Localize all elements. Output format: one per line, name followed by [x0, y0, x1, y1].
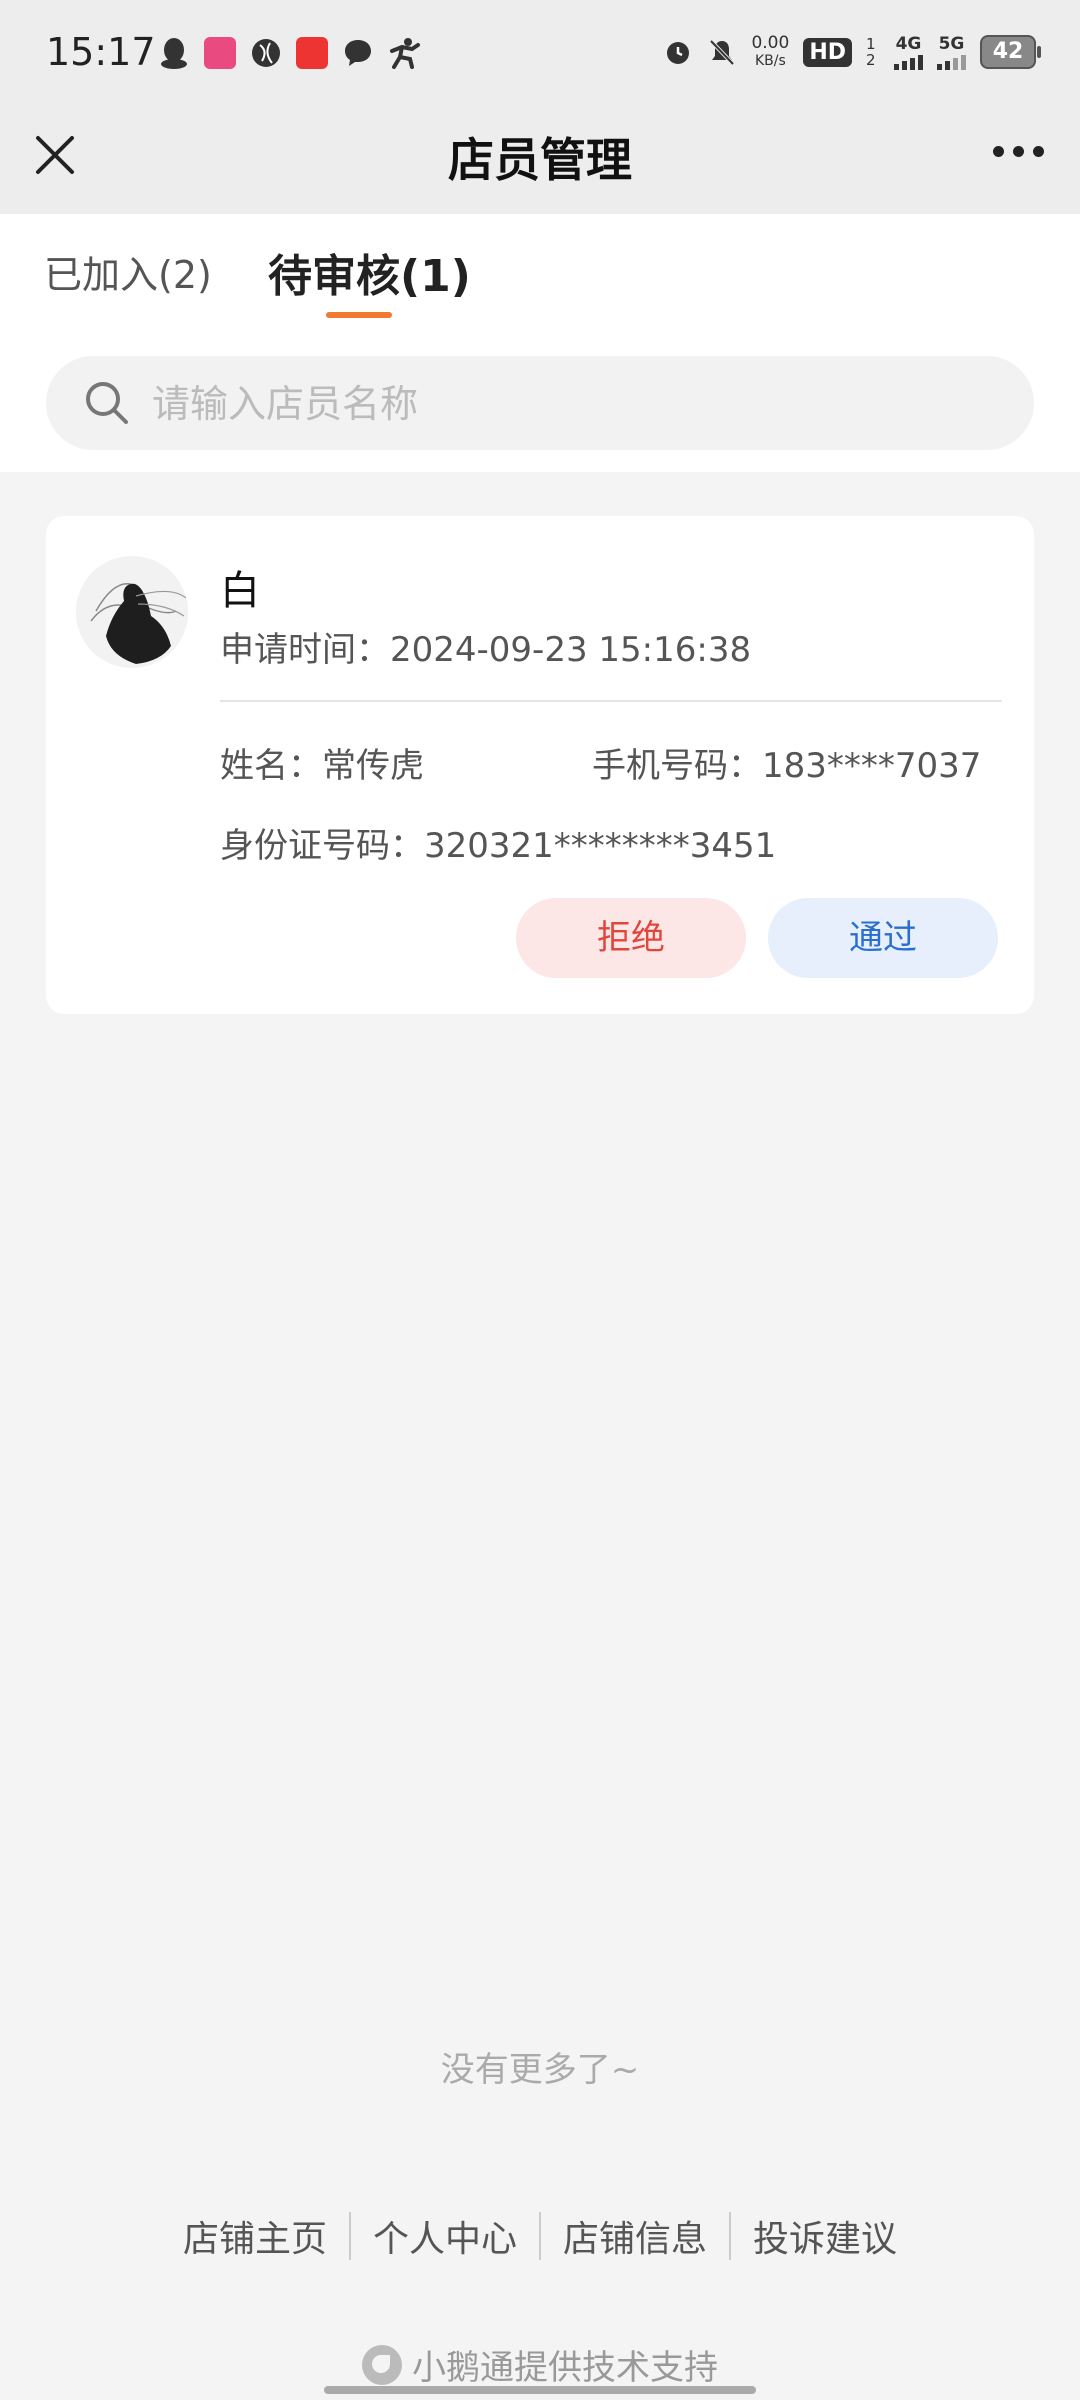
xiaoetong-logo-icon [362, 2344, 402, 2385]
tab-bar: 已加入(2) 待审核(1) [0, 214, 1080, 342]
real-name-label: 姓名： [220, 746, 322, 786]
mute-bell-icon [710, 39, 735, 66]
net-type-4g: 4G [895, 34, 922, 54]
phone-label: 手机号码： [592, 746, 762, 786]
footer-link-complaint[interactable]: 投诉建议 [731, 2210, 919, 2262]
id-number-label: 身份证号码： [220, 826, 424, 866]
footer-link-shop-home[interactable]: 店铺主页 [161, 2210, 349, 2262]
powered-by-text: 小鹅通提供技术支持 [412, 2348, 718, 2388]
real-name-field: 姓名：常传虎 [220, 738, 424, 787]
search-icon [86, 382, 128, 424]
search-section [0, 342, 1080, 472]
more-icon[interactable] [993, 146, 1044, 157]
nav-bar: 店员管理 [0, 110, 1080, 214]
signal-bars-icon [894, 54, 923, 70]
person-run-icon [390, 38, 420, 69]
tab-pending[interactable]: 待审核(1) [268, 240, 471, 304]
qq-icon [161, 38, 187, 69]
real-name-value: 常传虎 [322, 746, 424, 786]
powered-by: 小鹅通提供技术支持 [0, 2340, 1080, 2389]
status-time: 15:17 [46, 30, 156, 74]
footer-link-personal-center[interactable]: 个人中心 [351, 2210, 539, 2262]
sim-indicator: 1 2 [866, 35, 876, 69]
home-indicator[interactable] [324, 2386, 756, 2394]
notification-icons [158, 36, 422, 70]
phone-field: 手机号码：183****7037 [592, 738, 981, 787]
net-speed: 0.00 KB/s [751, 34, 789, 70]
avatar-silhouette-icon [76, 556, 188, 668]
list-end-text: 没有更多了~ [440, 2050, 640, 2090]
footer-links: 店铺主页 个人中心 店铺信息 投诉建议 [0, 2210, 1080, 2262]
applicant-nickname: 白 [220, 568, 260, 614]
card-divider [220, 700, 1002, 702]
apply-time-label: 申请时间： [220, 630, 390, 670]
footer-link-shop-info[interactable]: 店铺信息 [541, 2210, 729, 2262]
net-speed-unit: KB/s [754, 53, 786, 69]
avatar [76, 556, 188, 668]
status-bar: 15:17 0.00 KB/s HD 1 2 4G 5G 42 [0, 0, 1080, 110]
id-number-value: 320321********3451 [424, 826, 777, 866]
apply-time-value: 2024-09-23 15:16:38 [390, 630, 752, 670]
signal-4g: 4G [894, 34, 923, 70]
chat-bubble-icon [345, 40, 371, 66]
applicant-card: 白 申请时间：2024-09-23 15:16:38 姓名：常传虎 手机号码：1… [46, 516, 1034, 1014]
net-type-5g: 5G [938, 34, 965, 54]
net-speed-value: 0.00 [751, 33, 790, 53]
apply-time: 申请时间：2024-09-23 15:16:38 [220, 622, 751, 671]
phone-value: 183****7037 [762, 746, 982, 786]
reject-button[interactable]: 拒绝 [516, 898, 746, 978]
app-notification-icon [204, 37, 236, 69]
page-title: 店员管理 [448, 133, 632, 187]
battery-icon: 42 [980, 35, 1041, 69]
signal-bars-icon [937, 54, 966, 70]
search-box[interactable] [46, 356, 1034, 452]
status-right: 0.00 KB/s HD 1 2 4G 5G 42 [663, 34, 1041, 70]
hd-badge: HD [803, 37, 852, 67]
id-number-field: 身份证号码：320321********3451 [220, 818, 776, 867]
signal-5g: 5G [937, 34, 966, 70]
globe-icon [252, 39, 280, 67]
approve-button[interactable]: 通过 [768, 898, 998, 978]
search-input[interactable] [150, 356, 1014, 452]
alarm-icon [667, 42, 690, 64]
news-app-icon [296, 37, 328, 69]
active-tab-indicator [326, 312, 392, 318]
tab-joined[interactable]: 已加入(2) [44, 244, 212, 299]
